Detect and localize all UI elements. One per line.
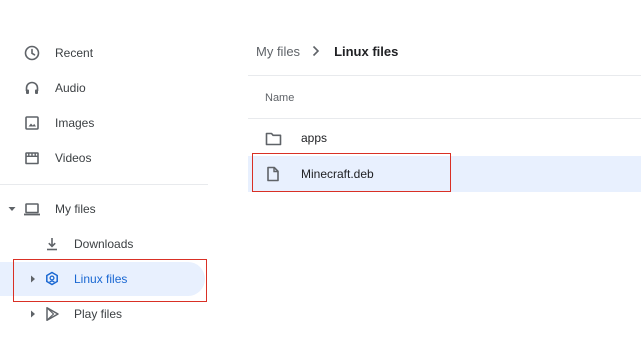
column-header-name[interactable]: Name <box>265 92 294 104</box>
sidebar-item-label: Linux files <box>74 272 128 286</box>
download-icon <box>43 235 61 253</box>
sidebar-item-label: Videos <box>55 151 92 165</box>
sidebar-item-label: Images <box>55 116 95 130</box>
expand-arrow-icon[interactable] <box>28 309 38 319</box>
headphones-icon <box>23 79 41 97</box>
sidebar: Recent Audio Images Videos My files Down… <box>0 0 210 338</box>
sidebar-item-label: Downloads <box>74 237 134 251</box>
file-icon <box>264 165 282 183</box>
breadcrumb: My files Linux files <box>256 40 398 62</box>
sidebar-item-my-files[interactable]: My files <box>0 192 205 226</box>
column-header-divider <box>248 118 641 119</box>
sidebar-item-label: Play files <box>74 307 123 321</box>
sidebar-item-audio[interactable]: Audio <box>0 71 205 105</box>
header-divider <box>248 75 641 76</box>
sidebar-item-label: My files <box>55 202 96 216</box>
chevron-right-icon <box>312 45 322 57</box>
file-name: Minecraft.deb <box>301 167 374 181</box>
expand-arrow-icon[interactable] <box>7 204 17 214</box>
file-name: apps <box>301 131 328 145</box>
file-row-apps[interactable]: apps <box>248 120 641 156</box>
breadcrumb-parent[interactable]: My files <box>256 44 300 59</box>
sidebar-item-videos[interactable]: Videos <box>0 141 205 175</box>
files-app: Recent Audio Images Videos My files Down… <box>0 0 641 338</box>
breadcrumb-current[interactable]: Linux files <box>334 44 398 59</box>
sidebar-item-label: Audio <box>55 81 86 95</box>
file-row-minecraft-deb[interactable]: Minecraft.deb <box>248 156 641 192</box>
folder-icon <box>264 129 282 147</box>
clock-icon <box>23 44 41 62</box>
laptop-icon <box>23 200 41 218</box>
sidebar-item-recent[interactable]: Recent <box>0 36 205 70</box>
image-icon <box>23 114 41 132</box>
sidebar-item-linux-files[interactable]: Linux files <box>0 262 205 296</box>
expand-arrow-icon[interactable] <box>28 274 38 284</box>
sidebar-divider <box>0 184 208 185</box>
sidebar-item-play-files[interactable]: Play files <box>0 297 205 331</box>
sidebar-item-label: Recent <box>55 46 94 60</box>
sidebar-item-images[interactable]: Images <box>0 106 205 140</box>
film-icon <box>23 149 41 167</box>
play-store-icon <box>43 305 61 323</box>
sidebar-item-downloads[interactable]: Downloads <box>0 227 205 261</box>
main-panel: My files Linux files Name apps Minecraft… <box>248 0 641 338</box>
linux-penguin-icon <box>43 270 61 288</box>
